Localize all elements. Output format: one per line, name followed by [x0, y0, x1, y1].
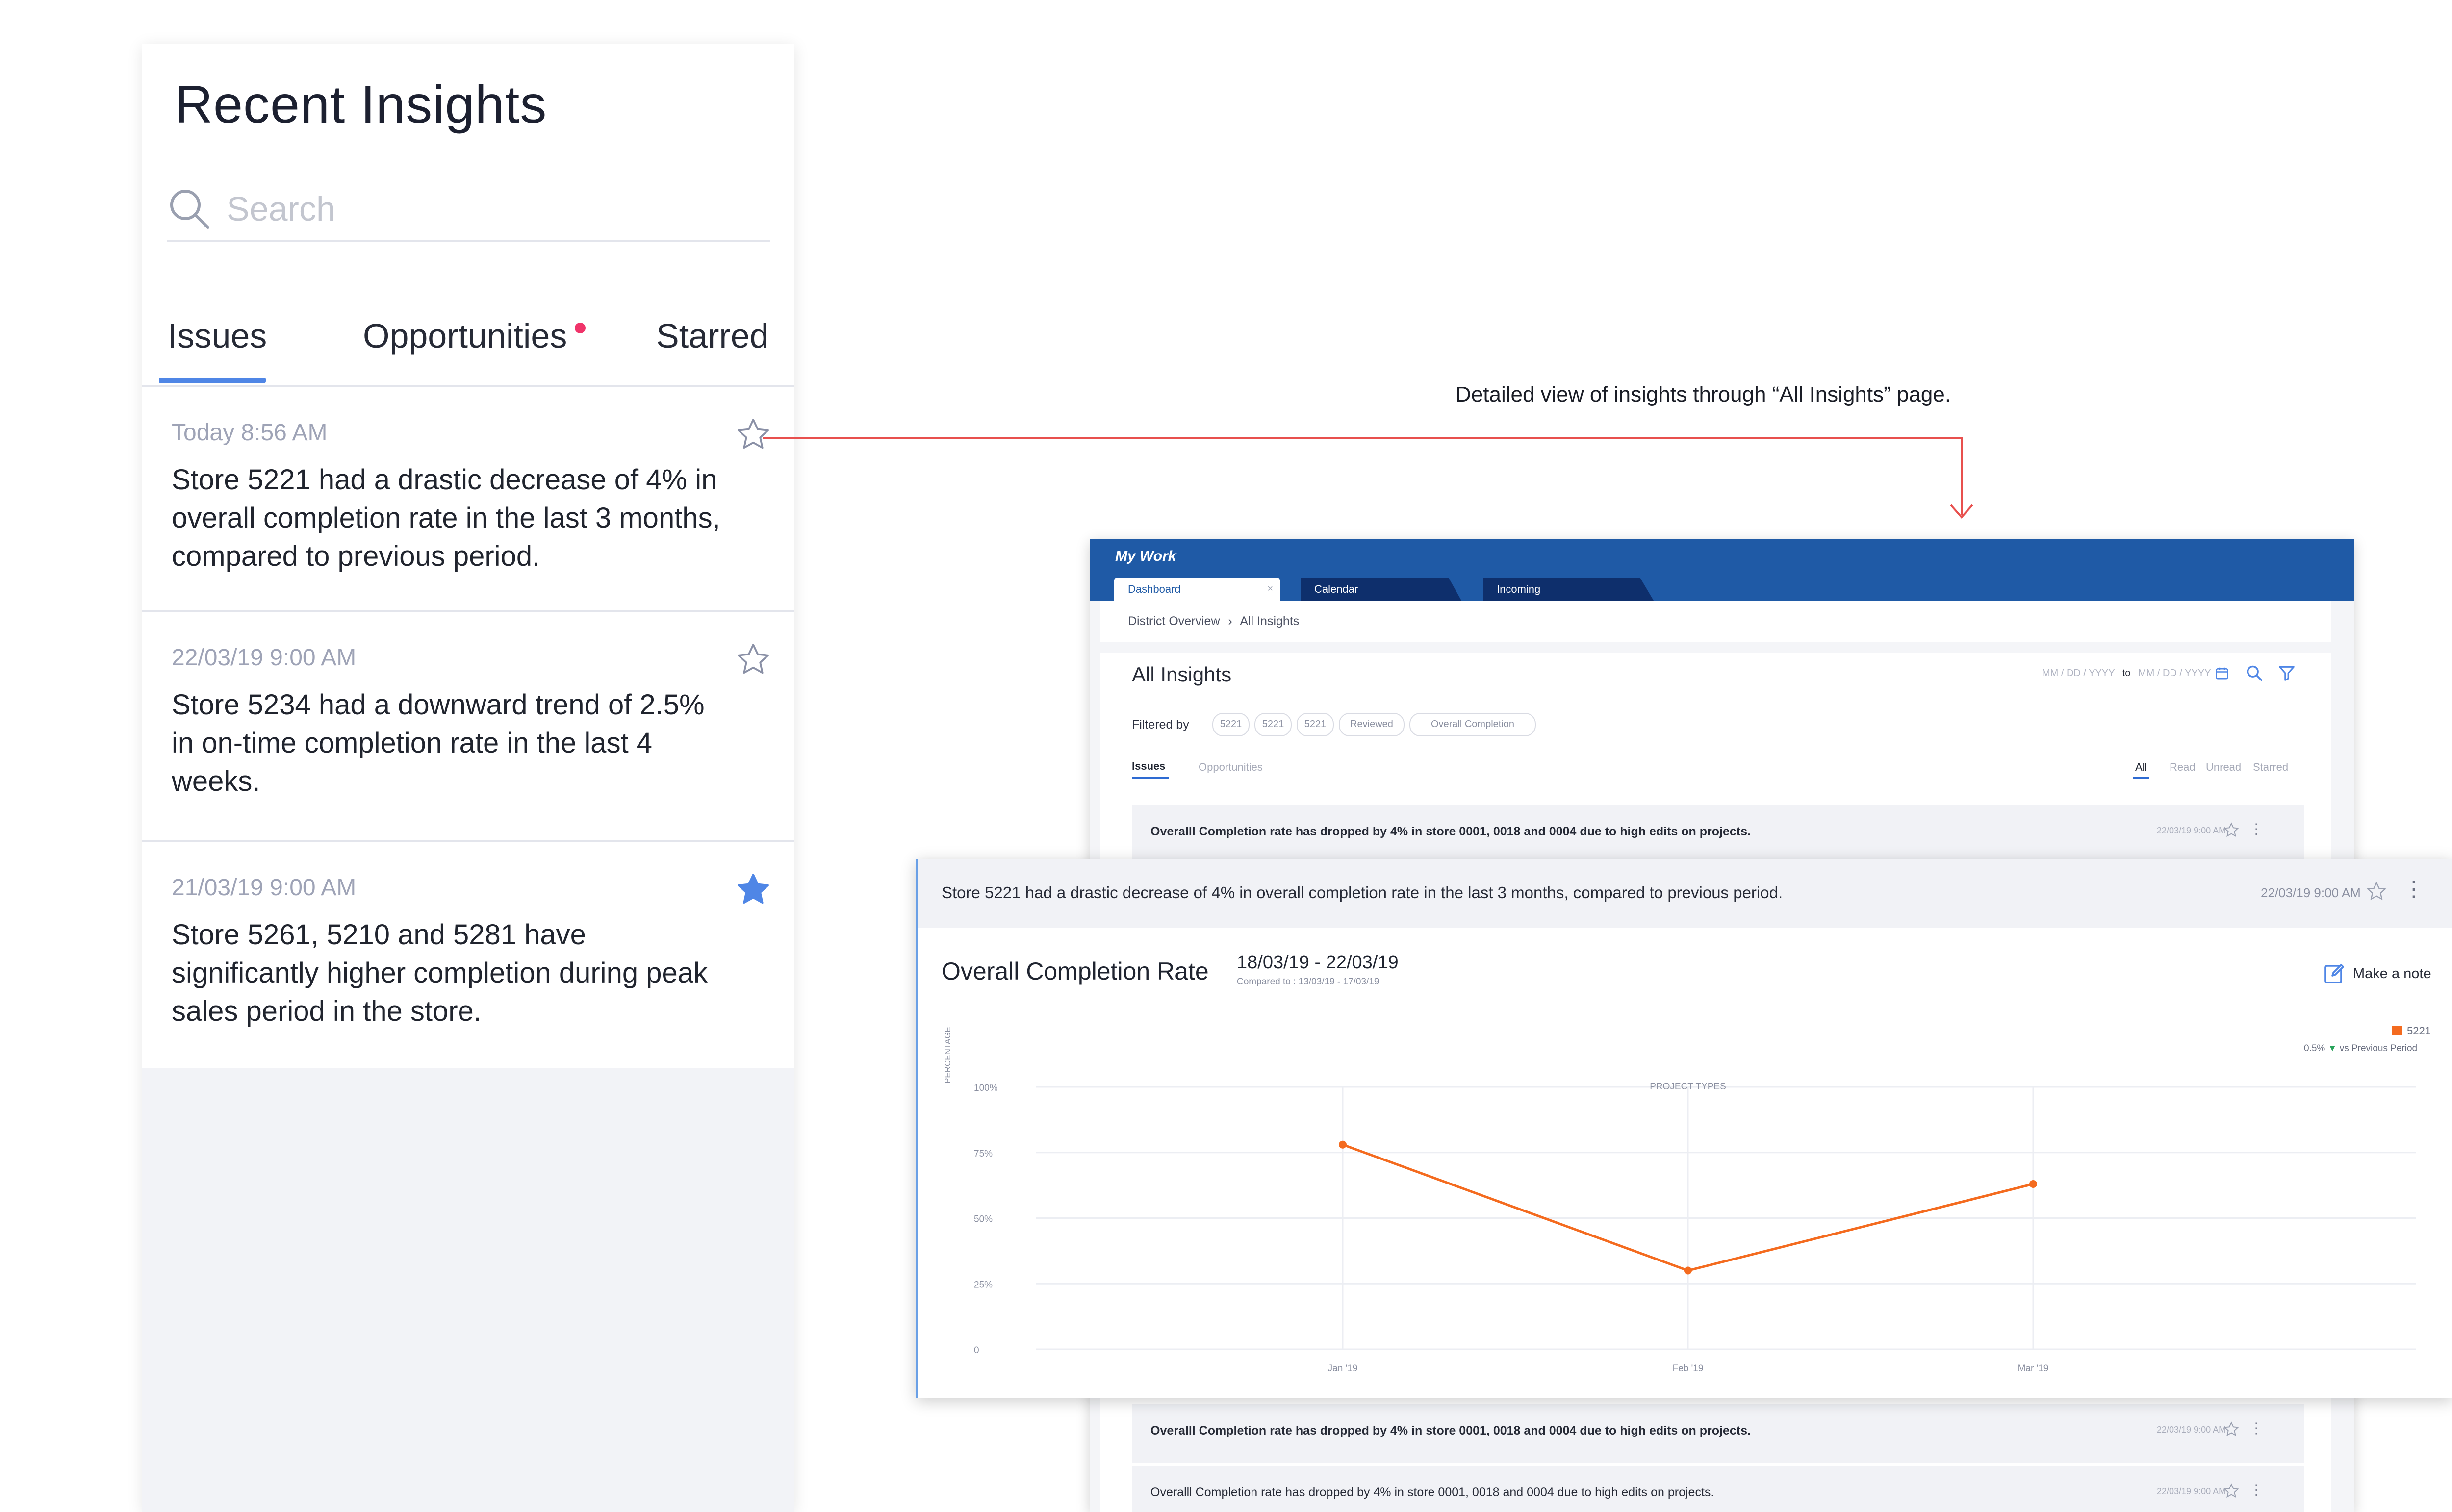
filter-chip[interactable]: 5221: [1297, 713, 1334, 736]
star-filled-icon[interactable]: [735, 871, 772, 908]
breadcrumb-item: All Insights: [1240, 614, 1300, 628]
insight-message: Store 5261, 5210 and 5281 have significa…: [172, 919, 708, 1027]
close-icon[interactable]: ×: [1267, 578, 1273, 601]
breadcrumb: District Overview › All Insights: [1128, 614, 1304, 629]
more-options-icon[interactable]: ⋮: [2249, 1420, 2264, 1437]
subtab-opportunities[interactable]: Opportunities: [1199, 761, 1263, 774]
breadcrumb-bar: District Overview › All Insights: [1100, 601, 2331, 642]
insight-item[interactable]: 22/03/19 9:00 AM Store 5234 had a downwa…: [142, 612, 794, 842]
active-subtab-indicator: [1132, 777, 1169, 779]
x-axis-label: PROJECT TYPES: [1650, 1082, 1726, 1092]
tab-opportunities[interactable]: Opportunities: [363, 316, 567, 355]
search-icon[interactable]: [2245, 664, 2264, 682]
status-filter-unread[interactable]: Unread: [2206, 761, 2241, 774]
star-outline-icon[interactable]: [2223, 1483, 2240, 1499]
app-title: My Work: [1115, 548, 1176, 564]
search-bar[interactable]: [167, 167, 770, 242]
list-item[interactable]: Overalll Completion rate has dropped by …: [1132, 805, 2304, 864]
filter-chip[interactable]: Reviewed: [1339, 713, 1405, 736]
page-title: All Insights: [1132, 663, 1232, 686]
x-tick-label: Feb '19: [1673, 1363, 1704, 1374]
row-date: 22/03/19 9:00 AM: [2157, 826, 2226, 835]
search-input[interactable]: [226, 186, 757, 231]
insight-time: 22/03/19 9:00 AM: [172, 645, 357, 671]
status-filter-read[interactable]: Read: [2170, 761, 2196, 774]
all-insights-list-continued: Overalll Completion rate has dropped by …: [1090, 1398, 2354, 1512]
insight-message: Store 5221 had a drastic decrease of 4% …: [172, 464, 720, 572]
status-filter-starred[interactable]: Starred: [2253, 761, 2288, 774]
star-outline-icon[interactable]: [2223, 1421, 2240, 1437]
date-from-field[interactable]: MM / DD / YYYY: [2042, 668, 2115, 679]
date-to-field[interactable]: MM / DD / YYYY: [2138, 668, 2211, 679]
star-outline-icon[interactable]: [735, 641, 772, 678]
y-tick-label: 50%: [974, 1214, 993, 1225]
completion-rate-chart: 100% 75% 50% 25% 0 Jan '19 Feb '19 Mar '19 PERCE…: [943, 1027, 2416, 1374]
recent-insights-panel: Recent Insights Issues Opportunities Sta…: [142, 44, 794, 1512]
insight-item[interactable]: Today 8:56 AM Store 5221 had a drastic d…: [142, 387, 794, 612]
status-filter-all[interactable]: All: [2135, 761, 2147, 774]
x-tick-label: Jan '19: [1328, 1363, 1358, 1374]
insight-time: Today 8:56 AM: [172, 420, 328, 446]
insight-time: 21/03/19 9:00 AM: [172, 875, 357, 901]
panel-title: Recent Insights: [175, 75, 547, 134]
chart-grid: [1036, 1086, 2416, 1350]
active-filter-indicator: [2133, 777, 2149, 779]
app-tab-dashboard[interactable]: Dashboard ×: [1114, 578, 1280, 601]
insight-message: Store 5234 had a downward trend of 2.5% …: [172, 689, 705, 797]
row-text: Overalll Completion rate has dropped by …: [1150, 1424, 1751, 1437]
search-icon: [170, 190, 209, 229]
tab-starred[interactable]: Starred: [656, 316, 769, 355]
filter-chip[interactable]: Overall Completion: [1409, 713, 1536, 736]
annotation-text: Detailed view of insights through “All I…: [1456, 382, 1951, 406]
more-options-icon[interactable]: ⋮: [2249, 1482, 2264, 1499]
filtered-by-label: Filtered by: [1132, 718, 1189, 731]
app-tab-label: Dashboard: [1128, 583, 1181, 595]
app-tab-calendar[interactable]: Calendar: [1301, 578, 1461, 601]
filter-chip[interactable]: 5221: [1212, 713, 1250, 736]
y-tick-label: 100%: [974, 1083, 998, 1093]
insight-item[interactable]: 21/03/19 9:00 AM Store 5261, 5210 and 52…: [142, 842, 794, 1068]
y-tick-label: 0: [974, 1345, 979, 1356]
list-item[interactable]: Overalll Completion rate has dropped by …: [1132, 1404, 2304, 1463]
row-text: Overalll Completion rate has dropped by …: [1150, 1486, 1714, 1499]
app-tab-incoming[interactable]: Incoming: [1483, 578, 1654, 601]
breadcrumb-item[interactable]: District Overview: [1128, 614, 1220, 628]
data-point: [1684, 1266, 1692, 1275]
expanded-insight-card: Store 5221 had a drastic decrease of 4% …: [916, 859, 2452, 1398]
date-to-label: to: [2122, 668, 2131, 679]
app-header: My Work Dashboard × Calendar Incoming: [1090, 539, 2354, 601]
y-tick-label: 75%: [974, 1149, 993, 1159]
more-options-icon[interactable]: ⋮: [2249, 821, 2264, 838]
row-date: 22/03/19 9:00 AM: [2157, 1425, 2226, 1435]
row-text: Overalll Completion rate has dropped by …: [1150, 825, 1751, 838]
list-item[interactable]: Overalll Completion rate has dropped by …: [1132, 1466, 2304, 1512]
star-outline-icon[interactable]: [2223, 822, 2240, 838]
y-axis-label: PERCENTAGE: [943, 1027, 952, 1084]
x-tick-label: Mar '19: [2018, 1363, 2049, 1374]
data-point: [2029, 1180, 2037, 1188]
active-tab-indicator: [159, 378, 266, 383]
chevron-right-icon: ›: [1228, 614, 1232, 628]
row-date: 22/03/19 9:00 AM: [2157, 1487, 2226, 1496]
filter-chip[interactable]: 5221: [1254, 713, 1292, 736]
calendar-icon[interactable]: [2215, 666, 2229, 680]
star-outline-icon[interactable]: [735, 416, 772, 453]
insight-tabs: Issues Opportunities Starred: [142, 284, 794, 387]
notification-dot: [575, 323, 586, 333]
subtab-issues[interactable]: Issues: [1132, 760, 1166, 773]
y-tick-label: 25%: [974, 1280, 993, 1290]
filter-icon[interactable]: [2277, 664, 2296, 682]
date-range-picker[interactable]: MM / DD / YYYY to MM / DD / YYYY: [2042, 668, 2211, 679]
data-point: [1339, 1140, 1347, 1149]
tab-issues[interactable]: Issues: [168, 316, 267, 355]
